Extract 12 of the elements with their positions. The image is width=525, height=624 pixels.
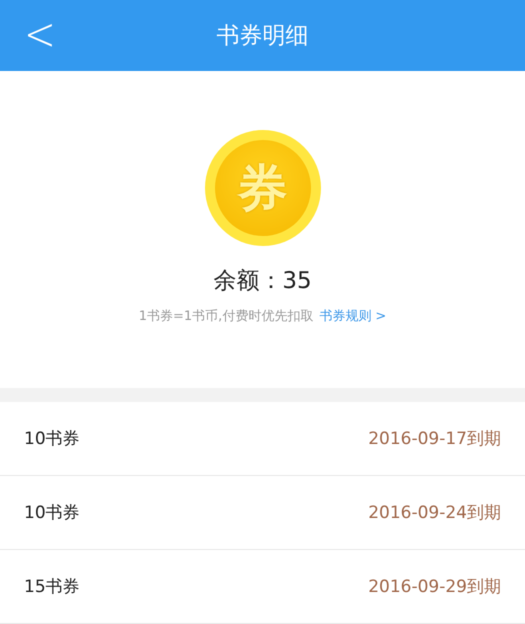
- expiry-date: 2016-09-17到期: [368, 428, 501, 450]
- voucher-amount: 10书券: [24, 502, 80, 524]
- expiry-date: 2016-09-29到期: [368, 576, 501, 598]
- coin-icon: 券: [204, 130, 320, 246]
- exchange-note: 1书券=1书币,付费时优先扣取: [138, 308, 314, 325]
- page-title: 书券明细: [216, 22, 308, 51]
- expiry-date: 2016-09-24到期: [368, 502, 501, 524]
- voucher-amount: 10书券: [24, 428, 80, 450]
- rules-link[interactable]: 书券规则 >: [319, 307, 386, 325]
- voucher-amount: 15书券: [24, 576, 80, 598]
- balance-text: 余额：35: [213, 267, 312, 296]
- back-button[interactable]: <: [18, 8, 62, 60]
